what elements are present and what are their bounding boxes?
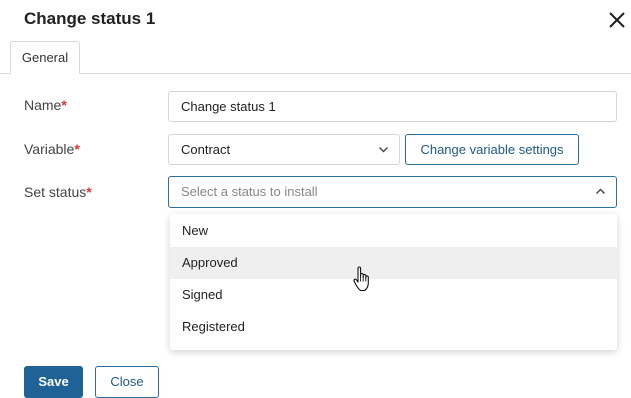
set-status-placeholder: Select a status to install [181,184,318,199]
change-variable-settings-button[interactable]: Change variable settings [405,134,579,165]
required-mark: * [86,184,92,200]
save-button[interactable]: Save [24,366,83,398]
status-option-new[interactable]: New [170,215,617,247]
status-option-registered[interactable]: Registered [170,311,617,343]
set-status-label-text: Set status [24,184,87,200]
variable-select[interactable]: Contract [168,134,400,165]
dialog-title: Change status 1 [24,9,156,28]
name-label-text: Name [24,97,62,113]
variable-label: Variable* [24,141,80,157]
close-button[interactable]: Close [95,366,159,398]
variable-select-value: Contract [181,142,231,157]
set-status-select[interactable]: Select a status to install [168,176,617,208]
name-input[interactable]: Change status 1 [168,91,617,122]
required-mark: * [74,141,80,157]
tab-bar: General [0,41,631,74]
status-option-signed[interactable]: Signed [170,279,617,311]
tab-general[interactable]: General [10,41,80,74]
chevron-down-icon [379,147,388,153]
hand-cursor-icon [353,266,369,292]
set-status-label: Set status* [24,184,92,200]
status-dropdown: New Approved Signed Registered [170,214,617,350]
required-mark: * [61,97,67,113]
close-icon[interactable] [607,10,627,30]
status-option-approved[interactable]: Approved [170,247,617,279]
variable-label-text: Variable [24,141,75,157]
chevron-up-icon [596,188,605,194]
name-label: Name* [24,97,67,113]
